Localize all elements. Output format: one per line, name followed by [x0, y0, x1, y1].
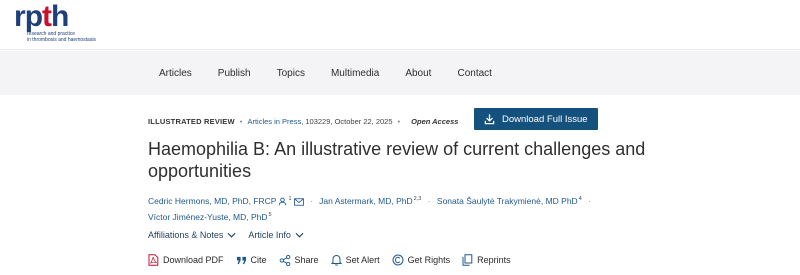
- main-nav: Articles Publish Topics Multimedia About…: [0, 51, 800, 95]
- author-3-affil: 4: [578, 196, 582, 202]
- reprints-label: Reprints: [477, 255, 511, 265]
- nav-multimedia[interactable]: Multimedia: [331, 68, 379, 79]
- get-rights-label: Get Rights: [407, 255, 451, 265]
- quote-icon: [236, 256, 246, 264]
- download-pdf-label: Download PDF: [163, 255, 224, 265]
- author-separator: ·: [309, 195, 313, 206]
- author-separator: ·: [588, 195, 591, 206]
- nav-contact[interactable]: Contact: [457, 68, 491, 79]
- meta-separator: •: [239, 116, 243, 126]
- meta-separator-2: •: [397, 116, 401, 126]
- chevron-down-icon: [227, 232, 236, 238]
- article-actions: Download PDF Cite Share Set Alert Get Ri…: [148, 254, 523, 266]
- author-list: Cedric Hermons, MD, PhD, FRCP 1 · Jan Ast…: [148, 192, 748, 224]
- pdf-icon: [148, 254, 159, 266]
- article-meta: ILLUSTRATED REVIEW • Articles in Press ,…: [148, 110, 458, 132]
- bell-icon: [330, 254, 342, 266]
- logo-tagline: research and practice in thrombosis and …: [27, 31, 127, 43]
- site-header: rpth research and practice in thrombosis…: [0, 0, 800, 50]
- author-3[interactable]: Sonata Šaulytė Trakymienė, MD PhD: [437, 196, 578, 206]
- set-alert-button[interactable]: Set Alert: [330, 254, 380, 266]
- author-1[interactable]: Cedric Hermons, MD, PhD, FRCP: [148, 196, 276, 206]
- author-2[interactable]: Jan Astermark, MD, PhD: [319, 196, 413, 206]
- article-title: Haemophilia B: An illustrative review of…: [148, 139, 646, 181]
- nav-articles[interactable]: Articles: [159, 68, 192, 79]
- author-1-affil: 1: [288, 196, 292, 202]
- nav-about[interactable]: About: [405, 68, 431, 79]
- affiliations-notes-label: Affiliations & Notes: [148, 230, 224, 240]
- share-button[interactable]: Share: [279, 254, 319, 266]
- copyright-icon: [392, 254, 404, 266]
- article-info-toggle[interactable]: Article Info: [248, 230, 304, 240]
- rpth-logo[interactable]: rpth research and practice in thrombosis…: [14, 2, 127, 46]
- download-pdf-button[interactable]: Download PDF: [148, 254, 224, 266]
- get-rights-button[interactable]: Get Rights: [392, 254, 451, 266]
- author-4-affil: 5: [268, 211, 272, 218]
- logo-letter-t: t: [42, 0, 52, 33]
- reprints-button[interactable]: Reprints: [462, 254, 511, 266]
- article-info-label: Article Info: [248, 230, 291, 240]
- author-4[interactable]: Víctor Jiménez-Yuste, MD, PhD: [148, 212, 268, 222]
- download-full-issue-label: Download Full Issue: [502, 113, 588, 125]
- share-label: Share: [294, 255, 319, 265]
- articles-in-press-link[interactable]: Articles in Press: [247, 117, 301, 126]
- logo-letter-r: r: [14, 0, 26, 33]
- author-separator: ·: [427, 195, 431, 206]
- author-2-affil: 2,3: [413, 196, 422, 202]
- person-icon[interactable]: [278, 197, 287, 206]
- logo-wordmark: rpth: [14, 0, 69, 33]
- download-full-issue-button[interactable]: Download Full Issue: [474, 108, 598, 130]
- affiliations-notes-toggle[interactable]: Affiliations & Notes: [148, 230, 236, 240]
- logo-letter-p: p: [24, 0, 43, 33]
- info-dropdowns: Affiliations & Notes Article Info: [148, 230, 316, 240]
- article-type: ILLUSTRATED REVIEW: [148, 116, 235, 126]
- set-alert-label: Set Alert: [345, 255, 380, 265]
- nav-publish[interactable]: Publish: [218, 68, 251, 79]
- chevron-down-icon: [295, 232, 304, 238]
- download-icon: [484, 113, 495, 124]
- logo-letter-h: h: [51, 0, 69, 33]
- share-icon: [279, 254, 290, 266]
- nav-topics[interactable]: Topics: [277, 68, 305, 79]
- cite-button[interactable]: Cite: [236, 255, 267, 265]
- article-citation-details: , 103229, October 22, 2025: [301, 116, 393, 126]
- cite-label: Cite: [250, 255, 267, 265]
- email-icon[interactable]: [293, 197, 304, 206]
- logo-tagline-line2: in thrombosis and haemostasis: [27, 36, 96, 43]
- reprints-icon: [462, 254, 473, 266]
- open-access-badge: Open Access: [411, 116, 459, 126]
